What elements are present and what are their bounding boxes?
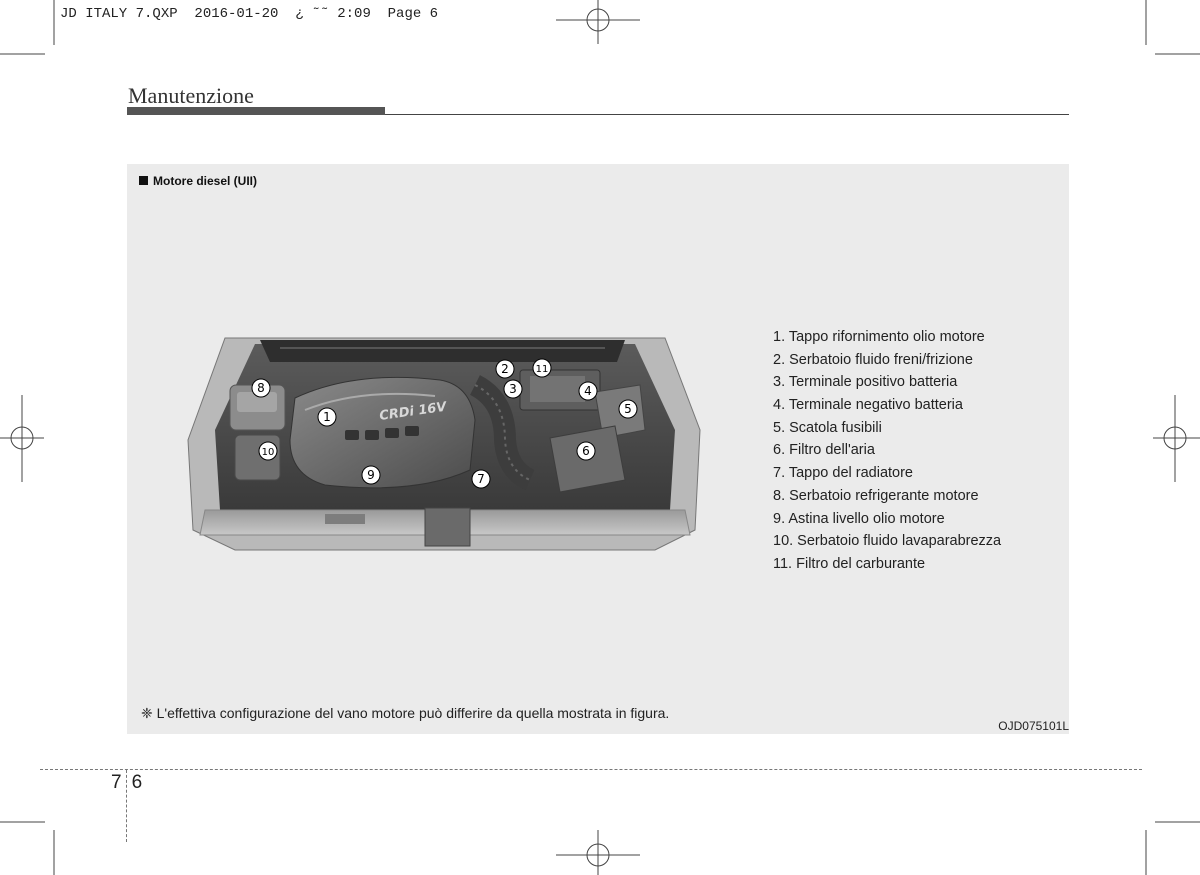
- legend-item: 1. Tappo rifornimento olio motore: [773, 329, 985, 345]
- callout-2-label: 2: [501, 362, 509, 376]
- print-slug: JD ITALY 7.QXP 2016-01-20 ¿ ˜˜ 2:09 Page…: [60, 6, 439, 22]
- callout-8: 8: [251, 378, 271, 398]
- callout-5: 5: [618, 399, 638, 419]
- legend-item: 6. Filtro dell'aria: [773, 442, 875, 459]
- legend-item: 8. Serbatoio refrigerante motore: [773, 487, 979, 504]
- callout-1: 1: [317, 407, 337, 427]
- registration-mark-top: [556, 0, 640, 44]
- legend-item: 9. Astina livello olio motore: [773, 510, 945, 527]
- chapter-number: 7: [111, 772, 122, 793]
- callout-9: 9: [361, 465, 381, 485]
- legend-item: 3. Terminale positivo batteria: [773, 374, 958, 391]
- legend-item: 11. Filtro del carburante: [773, 555, 926, 572]
- legend-item: 5. Scatola fusibili: [773, 419, 882, 436]
- callout-4: 4: [578, 381, 598, 401]
- image-code: OJD075101L: [998, 719, 1069, 733]
- callout-9-label: 9: [367, 468, 375, 482]
- callout-10-label: 10: [262, 447, 275, 458]
- title-rule-thin: [385, 114, 1069, 115]
- square-bullet-icon: [139, 176, 148, 185]
- legend-item: 2. Serbatoio fluido freni/frizione: [773, 351, 973, 368]
- legend-item: 7. Tappo del radiatore: [773, 465, 914, 482]
- legend-item: 4. Terminale negativo batteria: [773, 397, 963, 414]
- callout-3: 3: [503, 379, 523, 399]
- figure-heading: Motore diesel (UII): [139, 174, 257, 188]
- callout-11: 11: [532, 358, 552, 378]
- callout-5-label: 5: [624, 402, 632, 416]
- registration-mark-right: [1153, 395, 1200, 482]
- callout-7: 7: [471, 469, 491, 489]
- page-number-value: 6: [131, 772, 143, 793]
- page-number: 76: [111, 772, 142, 794]
- engine-bay-illustration: CRDi 16V 1 2 3 4 5 6 7 8 9 10 11: [187, 337, 701, 551]
- registration-mark-left: [0, 395, 44, 482]
- component-legend: 1. Tappo rifornimento olio motore 2. Ser…: [773, 326, 1001, 576]
- callout-6: 6: [576, 441, 596, 461]
- callout-8-label: 8: [257, 381, 265, 395]
- callout-6-label: 6: [582, 444, 590, 458]
- legend-item: 10. Serbatoio fluido lavaparabrezza: [773, 533, 1002, 550]
- registration-mark-bottom: [556, 830, 640, 875]
- callout-4-label: 4: [584, 384, 592, 398]
- title-rule-thick: [127, 107, 385, 115]
- section-title: Manutenzione: [128, 83, 254, 108]
- callout-3-label: 3: [509, 382, 517, 396]
- figure-heading-text: Motore diesel (UII): [153, 174, 258, 188]
- callout-7-label: 7: [477, 472, 485, 486]
- callout-1-label: 1: [323, 410, 331, 424]
- callout-2: 2: [495, 359, 515, 379]
- callout-11-label: 11: [536, 364, 549, 375]
- footer-dashed-rule: [40, 769, 1142, 770]
- callout-10: 10: [258, 441, 278, 461]
- figure-note: ❈ L'effettiva configurazione del vano mo…: [141, 705, 670, 721]
